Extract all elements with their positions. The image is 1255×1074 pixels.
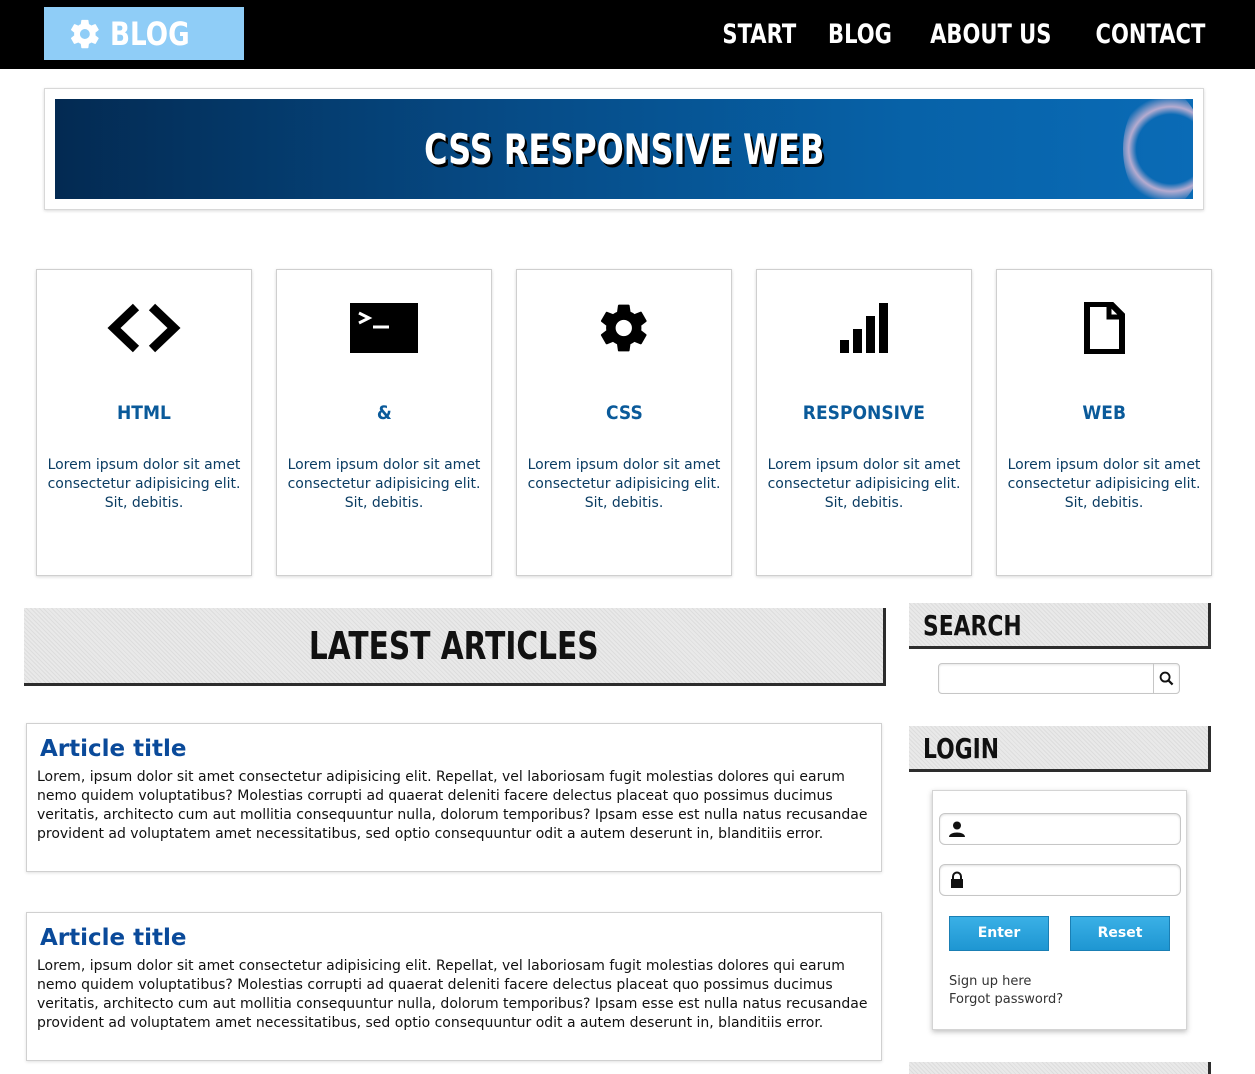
search-icon xyxy=(1159,671,1174,686)
enter-button[interactable]: Enter xyxy=(949,916,1049,951)
logo-text: BLOG xyxy=(110,14,190,53)
banner-title: CSS RESPONSIVE WEB xyxy=(423,125,825,174)
document-icon xyxy=(1084,302,1125,354)
feature-card-web: WEB Lorem ipsum dolor sit amet consectet… xyxy=(996,269,1212,576)
lock-icon xyxy=(951,871,963,888)
feature-card-ampersand: & Lorem ipsum dolor sit amet consectetur… xyxy=(276,269,492,576)
feature-cards: HTML Lorem ipsum dolor sit amet consecte… xyxy=(36,269,1216,576)
latest-articles-heading: LATEST ARTICLES xyxy=(24,608,886,686)
user-icon xyxy=(949,821,965,837)
search-button[interactable] xyxy=(1153,664,1179,693)
feature-title: CSS xyxy=(605,402,643,424)
feature-text: Lorem ipsum dolor sit amet consectetur a… xyxy=(287,457,481,511)
feature-card-html: HTML Lorem ipsum dolor sit amet consecte… xyxy=(36,269,252,576)
hero-banner: CSS RESPONSIVE WEB xyxy=(55,99,1193,199)
reset-button[interactable]: Reset xyxy=(1070,916,1170,951)
feature-title: RESPONSIVE xyxy=(802,402,926,424)
nav-start[interactable]: START xyxy=(719,19,799,50)
username-input[interactable] xyxy=(972,817,1172,841)
next-widget-heading xyxy=(909,1062,1211,1074)
top-navbar: BLOG START BLOG ABOUT US CONTACT xyxy=(0,0,1255,69)
bar-chart-icon xyxy=(840,303,888,353)
login-links: Sign up here Forgot password? xyxy=(949,973,1063,1009)
gear-icon xyxy=(70,19,99,48)
nav-about-us[interactable]: ABOUT US xyxy=(927,19,1055,50)
article-body: Lorem, ipsum dolor sit amet consectetur … xyxy=(37,769,868,842)
feature-text: Lorem ipsum dolor sit amet consectetur a… xyxy=(1007,457,1201,511)
forgot-password-link[interactable]: Forgot password? xyxy=(949,991,1063,1009)
username-field xyxy=(939,813,1181,845)
feature-card-css: CSS Lorem ipsum dolor sit amet consectet… xyxy=(516,269,732,576)
search-input[interactable] xyxy=(941,666,1151,691)
nav-blog[interactable]: BLOG xyxy=(825,19,895,50)
login-heading: LOGIN xyxy=(909,726,1211,772)
banner-frame: CSS RESPONSIVE WEB xyxy=(44,88,1204,210)
feature-title: WEB xyxy=(1082,402,1126,424)
gear-icon xyxy=(600,304,647,352)
feature-title: & xyxy=(376,402,392,424)
search-box xyxy=(938,663,1180,694)
article-card: Article title Lorem, ipsum dolor sit ame… xyxy=(26,912,882,1061)
feature-card-responsive: RESPONSIVE Lorem ipsum dolor sit amet co… xyxy=(756,269,972,576)
signup-link[interactable]: Sign up here xyxy=(949,973,1063,991)
main-nav: START BLOG ABOUT US CONTACT xyxy=(708,0,1225,69)
feature-title: HTML xyxy=(117,402,171,424)
login-panel: Enter Reset Sign up here Forgot password… xyxy=(932,790,1187,1030)
article-card: Article title Lorem, ipsum dolor sit ame… xyxy=(26,723,882,872)
nav-contact[interactable]: CONTACT xyxy=(1093,19,1209,50)
password-field xyxy=(939,864,1181,896)
feature-text: Lorem ipsum dolor sit amet consectetur a… xyxy=(47,457,241,511)
search-heading: SEARCH xyxy=(909,603,1211,649)
article-title[interactable]: Article title xyxy=(40,736,871,762)
password-input[interactable] xyxy=(972,868,1172,892)
feature-text: Lorem ipsum dolor sit amet consectetur a… xyxy=(767,457,961,511)
article-body: Lorem, ipsum dolor sit amet consectetur … xyxy=(37,958,868,1031)
site-logo[interactable]: BLOG xyxy=(44,7,244,60)
code-brackets-icon xyxy=(107,303,181,353)
article-title[interactable]: Article title xyxy=(40,925,871,951)
search-title: SEARCH xyxy=(923,609,1022,642)
section-title: LATEST ARTICLES xyxy=(308,624,599,668)
terminal-icon xyxy=(350,303,418,353)
login-title: LOGIN xyxy=(923,732,1000,765)
feature-text: Lorem ipsum dolor sit amet consectetur a… xyxy=(527,457,721,511)
